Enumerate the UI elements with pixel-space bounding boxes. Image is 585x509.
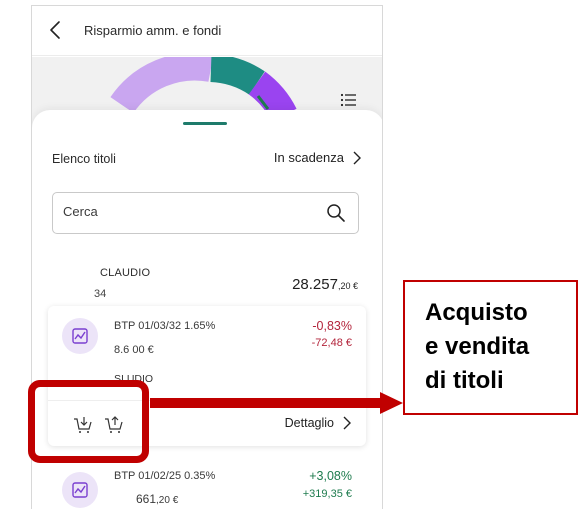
account-holder: CLAUDIO: [100, 267, 151, 279]
annotation-callout: Acquisto e vendita di titoli: [403, 280, 578, 415]
donut-segment-light-purple: [110, 57, 214, 114]
search-box: [52, 192, 359, 234]
search-icon[interactable]: [326, 203, 346, 223]
account-balance: 28.257,20 €: [292, 276, 358, 293]
page-title: Risparmio amm. e fondi: [84, 23, 222, 38]
security-change-amount: +319,35 €: [302, 488, 352, 500]
callout-line-2: e vendita: [425, 333, 530, 360]
chart-icon: [62, 318, 98, 354]
security-card[interactable]: BTP 01/02/25 0.35% 661,20 € +3,08% +319,…: [48, 462, 366, 509]
list-icon[interactable]: [338, 89, 360, 111]
annotation-arrow: [150, 392, 403, 414]
security-change-pct: -0,83%: [312, 319, 352, 333]
callout-line-3: di titoli: [425, 367, 504, 394]
security-change-pct: +3,08%: [309, 469, 352, 483]
list-title: Elenco titoli: [52, 152, 116, 166]
sort-label: In scadenza: [273, 150, 344, 165]
chevron-left-icon[interactable]: [44, 18, 68, 42]
sort-button[interactable]: In scadenza: [274, 150, 362, 165]
top-bar: Risparmio amm. e fondi: [32, 6, 382, 56]
callout-line-1: Acquisto: [425, 299, 528, 326]
search-input[interactable]: [63, 204, 313, 219]
chart-icon: [62, 472, 98, 508]
account-balance-dec: ,20 €: [337, 281, 358, 291]
account-row[interactable]: CLAUDIO 34 28.257,20 €: [52, 258, 362, 300]
screenshot-stage: Risparmio amm. e fondi Elenco titoli In …: [0, 0, 585, 509]
security-name: BTP 01/03/32 1.65%: [114, 320, 216, 332]
security-value-dec: ,20 €: [156, 495, 179, 506]
annotation-highlight-box: [28, 380, 149, 463]
sheet-handle[interactable]: [183, 122, 227, 125]
account-balance-int: 28.257: [292, 276, 338, 293]
account-number: 34: [94, 288, 107, 300]
security-change-amount: -72,48 €: [311, 337, 352, 349]
security-value: 8.6 00 €: [114, 344, 154, 356]
donut-segment-teal: [209, 57, 265, 95]
security-name: BTP 01/02/25 0.35%: [114, 470, 216, 482]
security-value-int: 661: [136, 492, 157, 506]
security-value: 661,20 €: [136, 492, 178, 506]
list-header: Elenco titoli In scadenza: [52, 150, 362, 170]
chevron-right-icon: [353, 151, 361, 164]
